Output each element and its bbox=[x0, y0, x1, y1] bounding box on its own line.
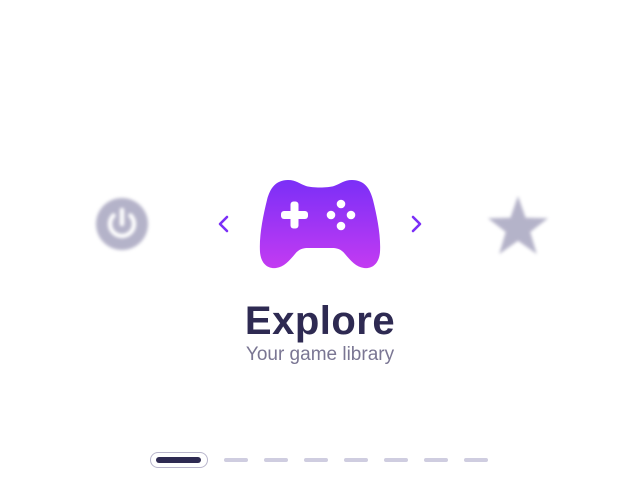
page-dot-active-bar bbox=[156, 457, 201, 463]
page-dot[interactable] bbox=[464, 458, 488, 462]
item-title: Explore bbox=[244, 299, 396, 343]
page-indicator bbox=[150, 452, 490, 470]
page-dot[interactable] bbox=[304, 458, 328, 462]
page-dot[interactable] bbox=[384, 458, 408, 462]
page-dot[interactable] bbox=[344, 458, 368, 462]
page-dot[interactable] bbox=[224, 458, 248, 462]
gamepad-icon[interactable] bbox=[258, 178, 382, 270]
page-dot-active[interactable] bbox=[150, 452, 208, 468]
power-icon[interactable] bbox=[94, 196, 150, 252]
chevron-right-icon[interactable] bbox=[406, 212, 426, 236]
page-dot[interactable] bbox=[264, 458, 288, 462]
page-dot[interactable] bbox=[424, 458, 448, 462]
item-subtitle: Your game library bbox=[245, 344, 395, 365]
carousel-screen: Explore Your game library bbox=[0, 0, 640, 480]
chevron-left-icon[interactable] bbox=[214, 212, 234, 236]
star-icon[interactable] bbox=[486, 194, 550, 256]
